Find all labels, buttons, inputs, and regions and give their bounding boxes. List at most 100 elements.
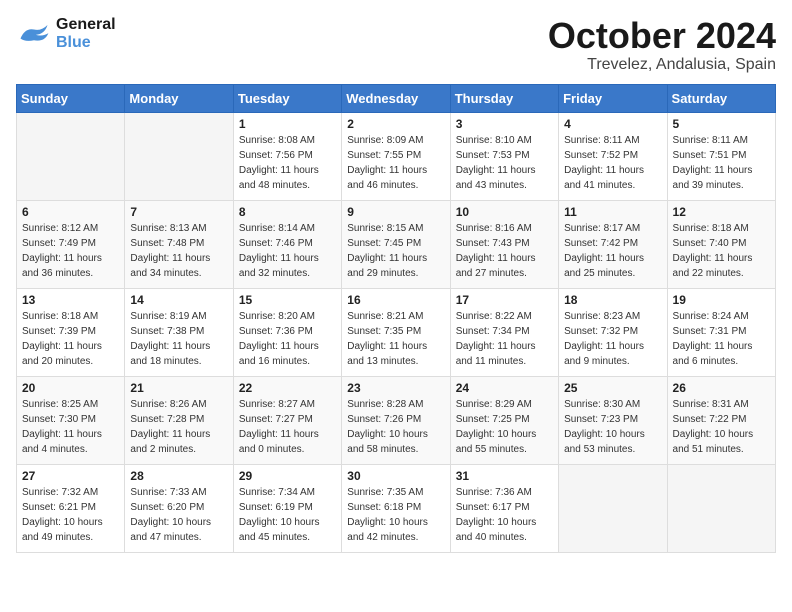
day-number: 19 xyxy=(673,293,770,307)
calendar-cell: 9 Sunrise: 8:15 AM Sunset: 7:45 PM Daylig… xyxy=(342,200,450,288)
day-number: 21 xyxy=(130,381,227,395)
weekday-header-tuesday: Tuesday xyxy=(233,84,341,112)
day-info: Sunrise: 8:29 AM Sunset: 7:25 PM Dayligh… xyxy=(456,397,553,457)
calendar-cell: 1 Sunrise: 8:08 AM Sunset: 7:56 PM Daylig… xyxy=(233,112,341,200)
day-number: 17 xyxy=(456,293,553,307)
calendar-cell: 15 Sunrise: 8:20 AM Sunset: 7:36 PM Dayli… xyxy=(233,288,341,376)
day-info: Sunrise: 8:21 AM Sunset: 7:35 PM Dayligh… xyxy=(347,309,444,369)
calendar-cell: 5Sunrise: 8:11 AM Sunset: 7:51 PM Daylig… xyxy=(667,112,775,200)
day-number: 8 xyxy=(239,205,336,219)
calendar-cell xyxy=(17,112,125,200)
weekday-header-sunday: Sunday xyxy=(17,84,125,112)
calendar-cell: 26 Sunrise: 8:31 AM Sunset: 7:22 PM Dayli… xyxy=(667,376,775,464)
day-number: 14 xyxy=(130,293,227,307)
day-info: Sunrise: 8:18 AM Sunset: 7:40 PM Dayligh… xyxy=(673,221,770,281)
day-info: Sunrise: 8:22 AM Sunset: 7:34 PM Dayligh… xyxy=(456,309,553,369)
logo: General Blue xyxy=(16,16,116,52)
logo-icon xyxy=(16,20,52,48)
day-number: 29 xyxy=(239,469,336,483)
calendar-cell xyxy=(559,464,667,552)
day-info: Sunrise: 7:34 AM Sunset: 6:19 PM Dayligh… xyxy=(239,485,336,545)
calendar-cell: 17 Sunrise: 8:22 AM Sunset: 7:34 PM Dayli… xyxy=(450,288,558,376)
day-number: 24 xyxy=(456,381,553,395)
week-row-1: 1 Sunrise: 8:08 AM Sunset: 7:56 PM Daylig… xyxy=(17,112,776,200)
day-number: 25 xyxy=(564,381,661,395)
calendar-cell: 31 Sunrise: 7:36 AM Sunset: 6:17 PM Dayli… xyxy=(450,464,558,552)
day-info: Sunrise: 8:09 AM Sunset: 7:55 PM Dayligh… xyxy=(347,133,444,193)
day-info: Sunrise: 8:20 AM Sunset: 7:36 PM Dayligh… xyxy=(239,309,336,369)
page-header: General Blue October 2024 Trevelez, Anda… xyxy=(16,16,776,74)
day-number: 18 xyxy=(564,293,661,307)
day-info: Sunrise: 8:23 AM Sunset: 7:32 PM Dayligh… xyxy=(564,309,661,369)
day-info: Sunrise: 8:12 AM Sunset: 7:49 PM Dayligh… xyxy=(22,221,119,281)
day-number: 22 xyxy=(239,381,336,395)
calendar-cell: 12 Sunrise: 8:18 AM Sunset: 7:40 PM Dayli… xyxy=(667,200,775,288)
day-info: Sunrise: 8:28 AM Sunset: 7:26 PM Dayligh… xyxy=(347,397,444,457)
calendar-cell: 3Sunrise: 8:10 AM Sunset: 7:53 PM Daylig… xyxy=(450,112,558,200)
weekday-header-saturday: Saturday xyxy=(667,84,775,112)
day-number: 23 xyxy=(347,381,444,395)
day-number: 1 xyxy=(239,117,336,131)
calendar-cell: 23 Sunrise: 8:28 AM Sunset: 7:26 PM Dayli… xyxy=(342,376,450,464)
weekday-header-row: SundayMondayTuesdayWednesdayThursdayFrid… xyxy=(17,84,776,112)
day-number: 20 xyxy=(22,381,119,395)
week-row-3: 13 Sunrise: 8:18 AM Sunset: 7:39 PM Dayli… xyxy=(17,288,776,376)
calendar-cell: 28Sunrise: 7:33 AM Sunset: 6:20 PM Dayli… xyxy=(125,464,233,552)
day-info: Sunrise: 7:36 AM Sunset: 6:17 PM Dayligh… xyxy=(456,485,553,545)
day-number: 9 xyxy=(347,205,444,219)
day-number: 26 xyxy=(673,381,770,395)
day-info: Sunrise: 8:24 AM Sunset: 7:31 PM Dayligh… xyxy=(673,309,770,369)
calendar-cell xyxy=(667,464,775,552)
day-number: 12 xyxy=(673,205,770,219)
calendar-table: SundayMondayTuesdayWednesdayThursdayFrid… xyxy=(16,84,776,553)
logo-text: General Blue xyxy=(56,16,116,52)
day-number: 3 xyxy=(456,117,553,131)
weekday-header-wednesday: Wednesday xyxy=(342,84,450,112)
day-info: Sunrise: 8:18 AM Sunset: 7:39 PM Dayligh… xyxy=(22,309,119,369)
calendar-cell: 7Sunrise: 8:13 AM Sunset: 7:48 PM Daylig… xyxy=(125,200,233,288)
day-number: 2 xyxy=(347,117,444,131)
day-number: 27 xyxy=(22,469,119,483)
day-info: Sunrise: 7:32 AM Sunset: 6:21 PM Dayligh… xyxy=(22,485,119,545)
week-row-2: 6Sunrise: 8:12 AM Sunset: 7:49 PM Daylig… xyxy=(17,200,776,288)
day-info: Sunrise: 8:14 AM Sunset: 7:46 PM Dayligh… xyxy=(239,221,336,281)
calendar-cell: 29 Sunrise: 7:34 AM Sunset: 6:19 PM Dayli… xyxy=(233,464,341,552)
day-info: Sunrise: 8:15 AM Sunset: 7:45 PM Dayligh… xyxy=(347,221,444,281)
day-number: 31 xyxy=(456,469,553,483)
day-number: 11 xyxy=(564,205,661,219)
calendar-cell: 11 Sunrise: 8:17 AM Sunset: 7:42 PM Dayli… xyxy=(559,200,667,288)
calendar-cell: 21 Sunrise: 8:26 AM Sunset: 7:28 PM Dayli… xyxy=(125,376,233,464)
day-number: 10 xyxy=(456,205,553,219)
title-area: October 2024 Trevelez, Andalusia, Spain xyxy=(548,16,776,74)
calendar-cell xyxy=(125,112,233,200)
calendar-cell: 13 Sunrise: 8:18 AM Sunset: 7:39 PM Dayli… xyxy=(17,288,125,376)
calendar-cell: 4Sunrise: 8:11 AM Sunset: 7:52 PM Daylig… xyxy=(559,112,667,200)
week-row-5: 27 Sunrise: 7:32 AM Sunset: 6:21 PM Dayli… xyxy=(17,464,776,552)
calendar-cell: 10Sunrise: 8:16 AM Sunset: 7:43 PM Dayli… xyxy=(450,200,558,288)
calendar-cell: 19 Sunrise: 8:24 AM Sunset: 7:31 PM Dayli… xyxy=(667,288,775,376)
weekday-header-friday: Friday xyxy=(559,84,667,112)
day-info: Sunrise: 8:30 AM Sunset: 7:23 PM Dayligh… xyxy=(564,397,661,457)
week-row-4: 20 Sunrise: 8:25 AM Sunset: 7:30 PM Dayli… xyxy=(17,376,776,464)
day-info: Sunrise: 8:26 AM Sunset: 7:28 PM Dayligh… xyxy=(130,397,227,457)
day-number: 28 xyxy=(130,469,227,483)
day-number: 16 xyxy=(347,293,444,307)
day-info: Sunrise: 8:19 AM Sunset: 7:38 PM Dayligh… xyxy=(130,309,227,369)
day-info: Sunrise: 8:17 AM Sunset: 7:42 PM Dayligh… xyxy=(564,221,661,281)
day-number: 13 xyxy=(22,293,119,307)
day-number: 5 xyxy=(673,117,770,131)
weekday-header-thursday: Thursday xyxy=(450,84,558,112)
day-info: Sunrise: 8:11 AM Sunset: 7:52 PM Dayligh… xyxy=(564,133,661,193)
calendar-cell: 6Sunrise: 8:12 AM Sunset: 7:49 PM Daylig… xyxy=(17,200,125,288)
day-info: Sunrise: 8:08 AM Sunset: 7:56 PM Dayligh… xyxy=(239,133,336,193)
day-info: Sunrise: 8:25 AM Sunset: 7:30 PM Dayligh… xyxy=(22,397,119,457)
day-number: 15 xyxy=(239,293,336,307)
calendar-cell: 27 Sunrise: 7:32 AM Sunset: 6:21 PM Dayli… xyxy=(17,464,125,552)
day-info: Sunrise: 8:13 AM Sunset: 7:48 PM Dayligh… xyxy=(130,221,227,281)
calendar-cell: 25 Sunrise: 8:30 AM Sunset: 7:23 PM Dayli… xyxy=(559,376,667,464)
day-info: Sunrise: 8:31 AM Sunset: 7:22 PM Dayligh… xyxy=(673,397,770,457)
weekday-header-monday: Monday xyxy=(125,84,233,112)
calendar-cell: 18 Sunrise: 8:23 AM Sunset: 7:32 PM Dayli… xyxy=(559,288,667,376)
calendar-cell: 8 Sunrise: 8:14 AM Sunset: 7:46 PM Daylig… xyxy=(233,200,341,288)
day-info: Sunrise: 7:35 AM Sunset: 6:18 PM Dayligh… xyxy=(347,485,444,545)
